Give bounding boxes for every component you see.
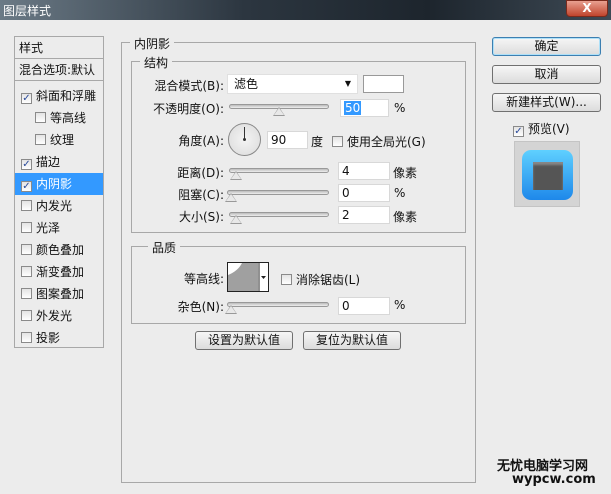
noise-slider[interactable] <box>225 302 329 314</box>
style-item-label: 纹理 <box>50 133 75 147</box>
style-item-label: 颜色叠加 <box>36 243 85 257</box>
style-item[interactable]: 投影 <box>15 327 103 349</box>
styles-header[interactable]: 样式 <box>15 37 103 59</box>
style-item[interactable]: 等高线 <box>15 107 103 129</box>
opacity-slider[interactable] <box>229 104 329 116</box>
noise-label: 杂色(N): <box>177 300 224 314</box>
style-item[interactable]: 图案叠加 <box>15 283 103 305</box>
checkbox-icon[interactable] <box>21 266 32 277</box>
checkbox-icon <box>281 274 292 285</box>
contour-curve-icon <box>228 263 266 291</box>
style-item-label: 投影 <box>36 331 61 345</box>
noise-input[interactable]: 0 <box>338 297 390 315</box>
choke-slider-thumb[interactable] <box>225 193 237 202</box>
style-item[interactable]: 外发光 <box>15 305 103 327</box>
choke-label: 阻塞(C): <box>178 188 224 202</box>
structure-title: 结构 <box>140 54 173 71</box>
noise-unit: % <box>394 298 406 312</box>
preview-shape <box>522 150 573 200</box>
contour-label: 等高线: <box>183 272 224 286</box>
styles-list: 样式 混合选项:默认 ✓ 斜面和浮雕等高线纹理 ✓ 描边 ✓ 内阴影内发光光泽颜色叠加渐变… <box>14 36 104 348</box>
checkbox-icon <box>332 136 343 147</box>
noise-slider-thumb[interactable] <box>225 305 237 314</box>
checkbox-icon[interactable] <box>35 134 46 145</box>
style-item[interactable]: ✓ 内阴影 <box>15 173 103 195</box>
checkbox-icon[interactable] <box>35 112 46 123</box>
size-slider[interactable] <box>229 212 329 224</box>
style-item[interactable]: 内发光 <box>15 195 103 217</box>
checkbox-icon[interactable] <box>21 332 32 343</box>
size-slider-thumb[interactable] <box>230 215 242 224</box>
shadow-color-swatch[interactable] <box>363 75 404 93</box>
style-item-label: 等高线 <box>50 111 87 125</box>
watermark-line2: wypcw.com <box>512 472 596 487</box>
style-item-label: 图案叠加 <box>36 287 85 301</box>
checkbox-icon[interactable]: ✓ <box>21 159 32 170</box>
size-unit: 像素 <box>393 210 418 224</box>
style-item-label: 渐变叠加 <box>36 265 85 279</box>
angle-unit: 度 <box>311 135 324 149</box>
reset-default-button[interactable]: 复位为默认值 <box>303 331 401 350</box>
size-input[interactable]: 2 <box>338 206 390 224</box>
checkbox-icon[interactable]: ✓ <box>21 93 32 104</box>
checkbox-icon: ✓ <box>513 126 524 137</box>
preview-checkbox[interactable]: ✓ 预览(V) <box>513 120 570 137</box>
style-item[interactable]: 纹理 <box>15 129 103 151</box>
style-preview <box>514 141 580 207</box>
checkbox-icon[interactable] <box>21 244 32 255</box>
distance-slider-thumb[interactable] <box>230 171 242 180</box>
blend-mode-dropdown[interactable]: 滤色 ▼ <box>227 74 358 94</box>
antialias-checkbox[interactable]: 消除锯齿(L) <box>281 271 360 288</box>
choke-unit: % <box>394 186 406 200</box>
opacity-slider-thumb[interactable] <box>273 107 285 116</box>
title-bar <box>0 0 611 20</box>
distance-label: 距离(D): <box>177 166 224 180</box>
distance-input[interactable]: 4 <box>338 162 390 180</box>
antialias-label: 消除锯齿(L) <box>296 273 361 287</box>
close-button[interactable]: X <box>566 0 608 17</box>
style-item-label: 描边 <box>36 155 61 169</box>
style-item[interactable]: ✓ 斜面和浮雕 <box>15 85 103 107</box>
opacity-label: 不透明度(O): <box>153 102 224 116</box>
blend-options-item[interactable]: 混合选项:默认 <box>15 59 103 81</box>
global-light-checkbox[interactable]: 使用全局光(G) <box>332 133 426 150</box>
style-item-label: 斜面和浮雕 <box>36 89 97 103</box>
style-item-label: 光泽 <box>36 221 61 235</box>
style-item[interactable]: 光泽 <box>15 217 103 239</box>
new-style-button[interactable]: 新建样式(W)... <box>492 93 601 112</box>
distance-unit: 像素 <box>393 166 418 180</box>
global-light-label: 使用全局光(G) <box>347 135 426 149</box>
angle-input[interactable]: 90 <box>267 131 308 149</box>
checkbox-icon[interactable] <box>21 310 32 321</box>
checkbox-icon[interactable] <box>21 200 32 211</box>
preview-label: 预览(V) <box>528 122 570 136</box>
style-item-label: 内阴影 <box>36 177 73 191</box>
style-item[interactable]: ✓ 描边 <box>15 151 103 173</box>
angle-label: 角度(A): <box>178 134 224 148</box>
choke-slider[interactable] <box>225 190 329 202</box>
window-title: 图层样式 <box>3 4 52 18</box>
panel-title: 内阴影 <box>130 35 175 52</box>
chevron-down-icon: ▼ <box>344 79 351 88</box>
checkbox-icon[interactable] <box>21 288 32 299</box>
style-item-label: 外发光 <box>36 309 73 323</box>
angle-dial[interactable] <box>228 123 261 156</box>
style-item[interactable]: 渐变叠加 <box>15 261 103 283</box>
blend-mode-label: 混合模式(B): <box>154 79 224 93</box>
cancel-button[interactable]: 取消 <box>492 65 601 84</box>
style-item-label: 内发光 <box>36 199 73 213</box>
checkbox-icon[interactable] <box>21 222 32 233</box>
size-label: 大小(S): <box>178 210 224 224</box>
opacity-input[interactable]: 50 <box>340 99 389 117</box>
distance-slider[interactable] <box>229 168 329 180</box>
choke-input[interactable]: 0 <box>338 184 390 202</box>
make-default-button[interactable]: 设置为默认值 <box>195 331 293 350</box>
ok-button[interactable]: 确定 <box>492 37 601 56</box>
blend-mode-value: 滤色 <box>234 77 259 91</box>
style-item[interactable]: 颜色叠加 <box>15 239 103 261</box>
opacity-unit: % <box>394 101 406 115</box>
checkbox-icon[interactable]: ✓ <box>21 181 32 192</box>
quality-title: 品质 <box>148 239 181 256</box>
contour-picker[interactable] <box>227 262 269 292</box>
